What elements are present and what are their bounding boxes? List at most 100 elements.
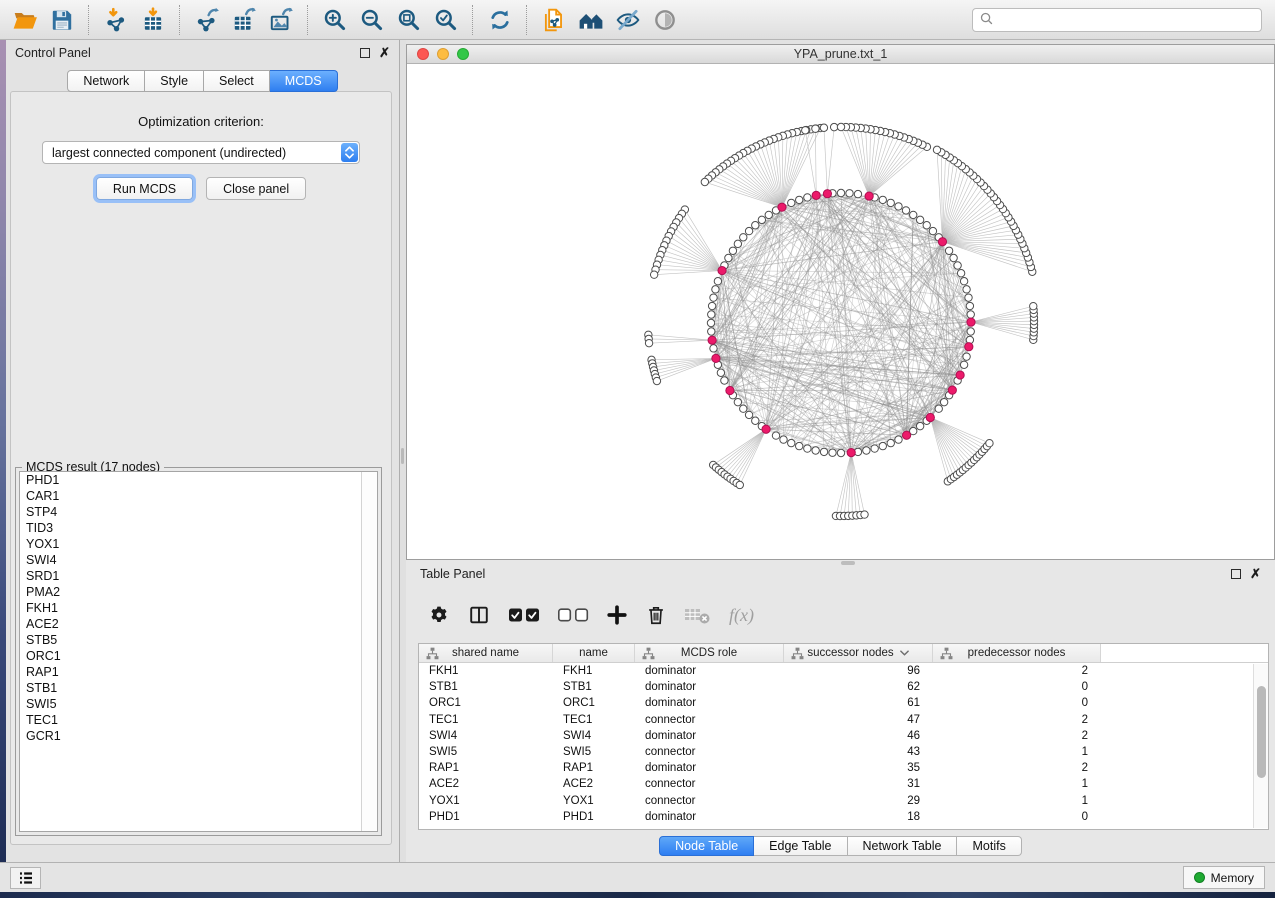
import-table-icon[interactable]: [134, 4, 171, 36]
mcds-result-item[interactable]: ACE2: [20, 616, 377, 632]
table-cell: 18: [784, 811, 933, 823]
zoom-selected-icon[interactable]: [427, 4, 464, 36]
search-input[interactable]: [998, 13, 1255, 27]
import-network-icon[interactable]: [97, 4, 134, 36]
tab-style[interactable]: Style: [145, 70, 204, 92]
table-row[interactable]: FKH1FKH1dominator962: [419, 663, 1268, 679]
table-row[interactable]: SWI4SWI4dominator462: [419, 728, 1268, 744]
table-panel-drag-handle[interactable]: [841, 561, 855, 565]
control-panel-tabs: NetworkStyleSelectMCDS: [6, 70, 399, 92]
close-panel-button[interactable]: Close panel: [206, 177, 306, 200]
tab-select[interactable]: Select: [204, 70, 270, 92]
table-row[interactable]: PHD1PHD1dominator180: [419, 809, 1268, 825]
column-header-name[interactable]: name: [553, 644, 635, 662]
mcds-result-item[interactable]: PMA2: [20, 584, 377, 600]
column-header-successor-nodes[interactable]: successor nodes: [784, 644, 933, 662]
tab-motifs[interactable]: Motifs: [957, 836, 1021, 856]
tab-node-table[interactable]: Node Table: [659, 836, 754, 856]
table-toolbar: f(x): [418, 593, 754, 637]
optimization-criterion-select[interactable]: largest connected component (undirected): [42, 141, 360, 164]
table-cell: ORC1: [553, 697, 635, 709]
deselect-all-icon[interactable]: [557, 605, 589, 625]
table-row[interactable]: ACE2ACE2connector311: [419, 776, 1268, 792]
mcds-result-item[interactable]: SWI4: [20, 552, 377, 568]
contrast-eye-icon[interactable]: [646, 4, 683, 36]
tab-edge-table[interactable]: Edge Table: [754, 836, 847, 856]
table-scrollbar[interactable]: [1253, 664, 1268, 828]
mcds-result-list[interactable]: PHD1CAR1STP4TID3YOX1SWI4SRD1PMA2FKH1ACE2…: [19, 471, 378, 832]
memory-button[interactable]: Memory: [1183, 866, 1265, 889]
node-table-body: FKH1FKH1dominator962STB1STB1dominator620…: [419, 663, 1268, 825]
close-panel-icon[interactable]: ✗: [379, 48, 390, 58]
tab-network[interactable]: Network: [67, 70, 145, 92]
refresh-icon[interactable]: [481, 4, 518, 36]
home-icon[interactable]: [572, 4, 609, 36]
zoom-in-icon[interactable]: [316, 4, 353, 36]
table-panel-title: Table Panel: [420, 567, 485, 581]
mcds-result-item[interactable]: SWI5: [20, 696, 377, 712]
table-cell: SWI4: [419, 730, 553, 742]
zoom-out-icon[interactable]: [353, 4, 390, 36]
table-row[interactable]: TEC1TEC1connector472: [419, 712, 1268, 728]
memory-status-icon: [1194, 872, 1205, 883]
tab-mcds[interactable]: MCDS: [270, 70, 338, 92]
export-network-icon[interactable]: [188, 4, 225, 36]
gear-icon[interactable]: [428, 604, 450, 626]
table-cell: SWI4: [553, 730, 635, 742]
table-cell: ACE2: [419, 778, 553, 790]
table-cell: 2: [933, 665, 1101, 677]
column-header-predecessor-nodes[interactable]: predecessor nodes: [933, 644, 1101, 662]
mcds-result-item[interactable]: CAR1: [20, 488, 377, 504]
column-header-MCDS-role[interactable]: MCDS role: [635, 644, 784, 662]
network-window-titlebar[interactable]: YPA_prune.txt_1: [407, 45, 1274, 64]
share-document-icon[interactable]: [535, 4, 572, 36]
network-canvas[interactable]: [407, 64, 1274, 559]
divider-handle[interactable]: [401, 448, 404, 464]
table-cell: RAP1: [553, 762, 635, 774]
control-panel-title: Control Panel: [15, 46, 91, 60]
export-table-icon[interactable]: [225, 4, 262, 36]
desktop-wallpaper-bottom: [0, 892, 1275, 898]
mcds-result-item[interactable]: YOX1: [20, 536, 377, 552]
mcds-result-item[interactable]: GCR1: [20, 728, 377, 744]
close-table-panel-icon[interactable]: ✗: [1250, 569, 1261, 579]
table-row[interactable]: RAP1RAP1dominator352: [419, 760, 1268, 776]
mcds-result-item[interactable]: STB1: [20, 680, 377, 696]
table-cell: PHD1: [419, 811, 553, 823]
mcds-result-item[interactable]: RAP1: [20, 664, 377, 680]
table-row[interactable]: ORC1ORC1dominator610: [419, 695, 1268, 711]
hide-eye-icon[interactable]: [609, 4, 646, 36]
search-field[interactable]: [972, 8, 1262, 32]
select-stepper-icon: [341, 143, 358, 162]
tab-network-table[interactable]: Network Table: [848, 836, 958, 856]
mcds-result-item[interactable]: PHD1: [20, 472, 377, 488]
zoom-fit-icon[interactable]: [390, 4, 427, 36]
split-pane-icon[interactable]: [467, 604, 491, 626]
table-cell: 1: [933, 746, 1101, 758]
mcds-result-item[interactable]: TEC1: [20, 712, 377, 728]
mcds-list-scrollbar[interactable]: [361, 472, 377, 831]
table-row[interactable]: YOX1YOX1connector291: [419, 793, 1268, 809]
mcds-result-item[interactable]: TID3: [20, 520, 377, 536]
float-panel-icon[interactable]: [360, 48, 370, 58]
table-cell: SWI5: [553, 746, 635, 758]
save-icon[interactable]: [43, 4, 80, 36]
float-table-panel-icon[interactable]: [1231, 569, 1241, 579]
trash-icon[interactable]: [645, 604, 667, 626]
mcds-result-item[interactable]: FKH1: [20, 600, 377, 616]
mcds-result-item[interactable]: ORC1: [20, 648, 377, 664]
add-icon[interactable]: [606, 604, 628, 626]
export-image-icon[interactable]: [262, 4, 299, 36]
mcds-result-item[interactable]: STP4: [20, 504, 377, 520]
column-header-shared-name[interactable]: shared name: [419, 644, 553, 662]
mcds-result-item[interactable]: STB5: [20, 632, 377, 648]
select-all-icon[interactable]: [508, 605, 540, 625]
table-row[interactable]: SWI5SWI5connector431: [419, 744, 1268, 760]
task-history-button[interactable]: [10, 867, 41, 889]
table-scrollbar-thumb[interactable]: [1257, 686, 1266, 778]
mcds-result-item[interactable]: SRD1: [20, 568, 377, 584]
table-cell: 0: [933, 811, 1101, 823]
table-row[interactable]: STB1STB1dominator620: [419, 679, 1268, 695]
open-folder-icon[interactable]: [6, 4, 43, 36]
run-mcds-button[interactable]: Run MCDS: [96, 177, 193, 200]
